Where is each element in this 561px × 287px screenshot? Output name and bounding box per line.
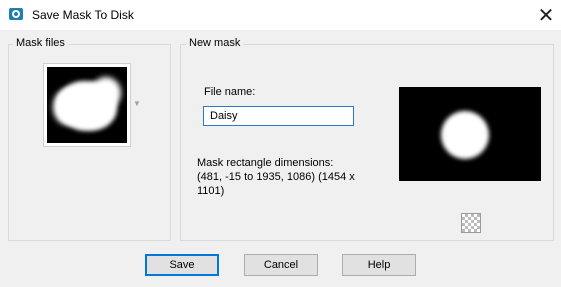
mask-dimensions-value: (481, -15 to 1935, 1086) (1454 x 1101): [197, 171, 355, 197]
chevron-down-icon[interactable]: ▼: [133, 99, 141, 108]
cancel-button[interactable]: Cancel: [244, 254, 318, 276]
mask-thumbnail-image: [47, 67, 127, 143]
close-icon[interactable]: ✕: [531, 0, 561, 30]
mask-dimensions: Mask rectangle dimensions: (481, -15 to …: [197, 156, 377, 198]
window-title: Save Mask To Disk: [32, 8, 134, 22]
help-button[interactable]: Help: [342, 254, 416, 276]
transparency-icon[interactable]: [461, 213, 481, 233]
file-name-input[interactable]: [203, 106, 354, 126]
mask-thumbnail[interactable]: [43, 63, 131, 147]
file-name-label: File name:: [204, 86, 256, 98]
mask-files-label: Mask files: [13, 37, 68, 49]
mask-preview: [399, 87, 541, 181]
camera-icon: [9, 8, 23, 20]
mask-dimensions-label: Mask rectangle dimensions:: [197, 157, 334, 169]
title-bar: Save Mask To Disk ✕: [0, 0, 561, 30]
save-button[interactable]: Save: [145, 254, 219, 276]
new-mask-label: New mask: [186, 37, 244, 49]
mask-preview-shape: [441, 111, 489, 159]
